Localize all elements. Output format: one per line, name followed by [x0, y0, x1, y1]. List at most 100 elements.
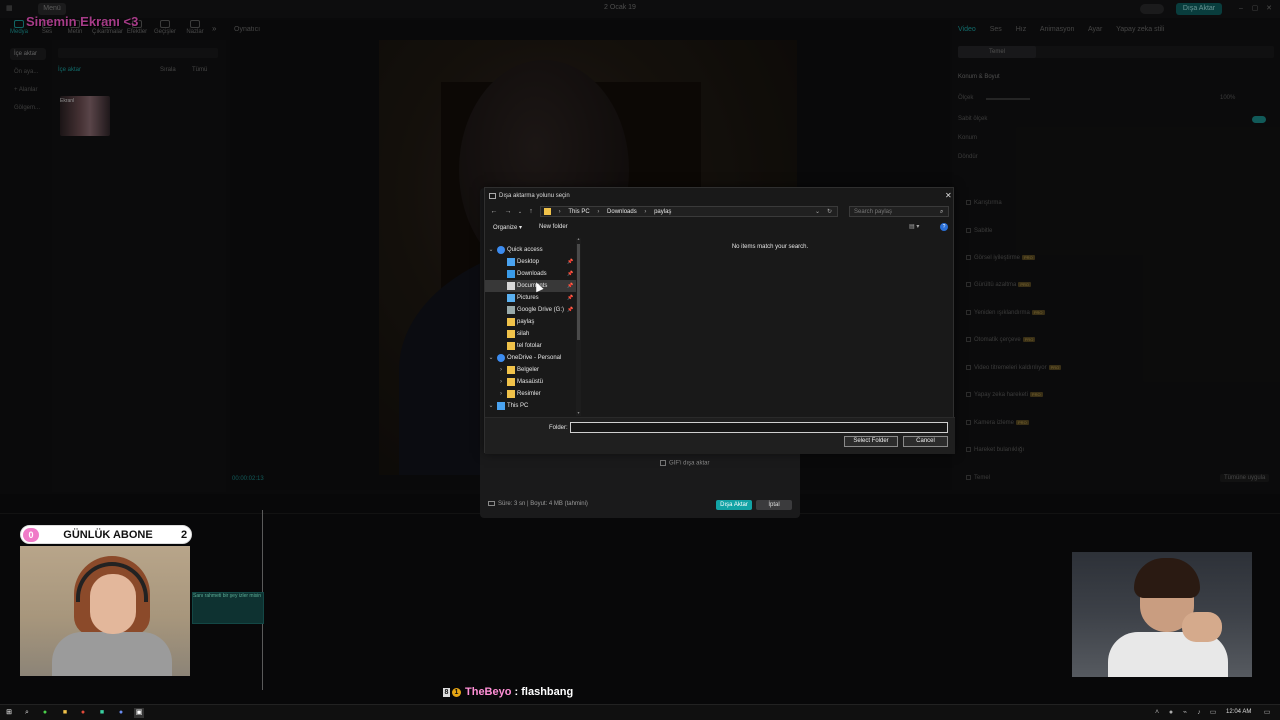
sub-counter-title: GÜNLÜK ABONE	[63, 529, 153, 541]
nav-item-label: Pictures	[517, 295, 539, 301]
folder-icon	[507, 342, 515, 350]
folder-icon	[507, 390, 515, 398]
app-icon-green[interactable]: ■	[97, 708, 107, 718]
address-dropdown-icon[interactable]: ⌄	[815, 207, 820, 217]
folder-icon	[507, 378, 515, 386]
nav-item[interactable]: tel fotolar	[485, 340, 581, 352]
chevron-right-icon[interactable]: ›	[497, 376, 505, 388]
new-folder-button[interactable]: New folder	[539, 224, 568, 230]
explorer-icon[interactable]: ■	[60, 708, 70, 718]
select-folder-button[interactable]: Select Folder	[844, 436, 898, 447]
gif-export-option[interactable]: GIF'i dışa aktar	[660, 460, 710, 467]
forward-arrow-icon[interactable]: →	[503, 207, 513, 217]
organize-menu[interactable]: Organize ▾	[493, 224, 522, 231]
up-arrow-icon[interactable]: ↑	[526, 207, 536, 217]
nav-item-label: Documents	[517, 283, 548, 289]
breadcrumb-this-pc[interactable]: This PC	[568, 207, 589, 217]
view-options-icon[interactable]: ▤ ▾	[909, 223, 925, 231]
dialog-app-icon	[489, 193, 496, 199]
chevron-right-icon[interactable]: ›	[497, 388, 505, 400]
nav-item[interactable]: Downloads 📌	[485, 268, 581, 280]
subscriber-counter: 0 GÜNLÜK ABONE 2	[20, 525, 192, 544]
nav-item-label: Desktop	[517, 259, 540, 265]
chat-badge-icon: 8	[443, 687, 450, 697]
nav-item-label: Quick access	[507, 247, 543, 253]
chat-message: 8 1 TheBeyo : flashbang	[443, 686, 573, 698]
folder-picker-dialog: Dışa aktarma yolunu seçin ✕ ← → ⌄ ↑ › Th…	[484, 187, 955, 454]
film-icon	[488, 501, 495, 506]
nav-item-label: Masaüstü	[517, 379, 544, 385]
nav-item-label: Resimler	[517, 391, 541, 397]
empty-results-message: No items match your search.	[731, 244, 809, 250]
nav-item[interactable]: Desktop 📌	[485, 256, 581, 268]
taskbar-clock: 12:04 AM	[1226, 709, 1252, 715]
pin-icon: 📌	[567, 259, 574, 265]
nav-item[interactable]: › Masaüstü	[485, 376, 581, 388]
search-input[interactable]: Search paylaş ⌕	[849, 206, 949, 217]
nav-item[interactable]: ⌄ Quick access	[485, 244, 581, 256]
folder-icon	[544, 207, 551, 215]
language-icon[interactable]: ▭	[1208, 708, 1218, 718]
breadcrumb-paylas[interactable]: paylaş	[654, 207, 671, 217]
chevron-down-icon[interactable]: ⌄	[487, 400, 495, 412]
chevron-right-icon[interactable]: ›	[497, 364, 505, 376]
cloud-icon	[497, 354, 505, 362]
search-taskbar-icon[interactable]: ⌕	[22, 708, 32, 718]
chat-username: TheBeyo	[465, 686, 512, 698]
chevron-down-icon[interactable]: ⌄	[487, 244, 495, 256]
refresh-icon[interactable]: ↻	[827, 207, 832, 217]
nav-item[interactable]: paylaş	[485, 316, 581, 328]
back-arrow-icon[interactable]: ←	[489, 207, 499, 217]
nav-item-label: Belgeler	[517, 367, 540, 373]
tray-app-icon[interactable]: ●	[1166, 708, 1176, 718]
pin-icon: 📌	[567, 295, 574, 301]
nav-item[interactable]: Google Drive (G:) 📌	[485, 304, 581, 316]
nav-item-label: silah	[517, 331, 530, 337]
gif-checkbox[interactable]	[660, 460, 666, 466]
pc-icon	[497, 402, 505, 410]
nav-item[interactable]: Pictures 📌	[485, 292, 581, 304]
network-icon[interactable]: ⌁	[1180, 708, 1190, 718]
folder-icon	[507, 366, 515, 374]
export-cancel-button[interactable]: İptal	[756, 500, 792, 510]
tray-chevron-icon[interactable]: ˄	[1152, 708, 1162, 718]
folder-label: Folder:	[549, 425, 568, 431]
notifications-icon[interactable]: ▭	[1262, 708, 1272, 718]
address-bar[interactable]: › This PC › Downloads › paylaş ⌄ ↻	[540, 206, 838, 217]
nav-item[interactable]: › Resimler	[485, 388, 581, 400]
nav-scrollbar[interactable]: ▴ ▾	[576, 236, 581, 416]
help-icon[interactable]: ?	[940, 223, 948, 231]
editor-taskbar-icon[interactable]: ▣	[134, 708, 144, 718]
nav-item[interactable]: ⌄ This PC	[485, 400, 581, 412]
drive-icon	[507, 306, 515, 314]
windows-taskbar: ⊞ ⌕ ● ■ ● ■ ● ▣ ˄ ● ⌁ ♪ ▭ 12:04 AM ▭	[0, 704, 1280, 720]
nav-item[interactable]: silah	[485, 328, 581, 340]
recent-dropdown-icon[interactable]: ⌄	[515, 207, 525, 217]
webcam-left	[20, 546, 190, 676]
download-icon	[507, 270, 515, 278]
whatsapp-icon[interactable]: ●	[40, 708, 50, 718]
editor-app: ▦ Menü 2 Ocak 19 Dışa Aktar – ▢ ✕ Medya …	[0, 0, 1280, 720]
sub-counter-left: 0	[23, 528, 39, 542]
nav-item-label: paylaş	[517, 319, 535, 325]
desktop-icon	[507, 258, 515, 266]
folder-name-input[interactable]	[570, 422, 948, 433]
search-icon: ⌕	[940, 209, 944, 215]
pin-icon: 📌	[567, 271, 574, 277]
close-icon[interactable]: ✕	[945, 191, 952, 200]
start-icon[interactable]: ⊞	[4, 708, 14, 718]
pin-icon: 📌	[567, 307, 574, 313]
cancel-button[interactable]: Cancel	[903, 436, 948, 447]
chevron-down-icon[interactable]: ⌄	[487, 352, 495, 364]
nav-item[interactable]: › Belgeler	[485, 364, 581, 376]
folder-icon	[507, 330, 515, 338]
chrome-icon[interactable]: ●	[78, 708, 88, 718]
volume-icon[interactable]: ♪	[1194, 708, 1204, 718]
discord-icon[interactable]: ●	[116, 708, 126, 718]
export-confirm-button[interactable]: Dışa Aktar	[716, 500, 752, 510]
breadcrumb-downloads[interactable]: Downloads	[607, 207, 637, 217]
nav-item[interactable]: ⌄ OneDrive - Personal	[485, 352, 581, 364]
nav-item-label: tel fotolar	[517, 343, 542, 349]
pictures-icon	[507, 294, 515, 302]
chat-text: : flashbang	[511, 686, 574, 698]
